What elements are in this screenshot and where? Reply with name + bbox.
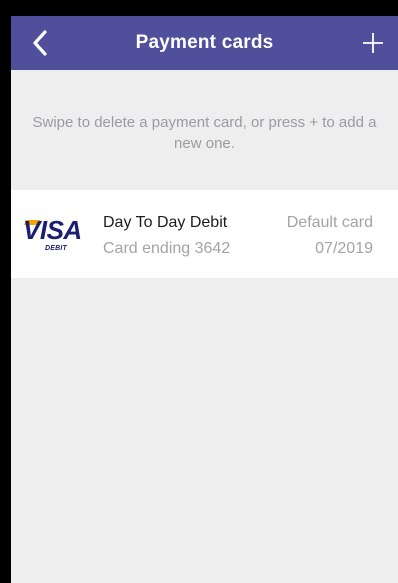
card-expiry: 07/2019 <box>315 240 373 257</box>
back-button[interactable] <box>25 28 55 58</box>
default-card-label: Default card <box>286 214 373 231</box>
plus-icon <box>363 33 383 53</box>
add-card-button[interactable] <box>358 28 388 58</box>
chevron-left-icon <box>33 30 47 56</box>
payment-card-row[interactable]: VISA DEBIT Day To Day Debit Card ending … <box>11 190 398 278</box>
instruction-text: Swipe to delete a payment card, or press… <box>32 114 377 152</box>
page-title: Payment cards <box>135 32 274 53</box>
visa-debit-label: DEBIT <box>45 245 67 252</box>
visa-debit-logo: VISA DEBIT <box>23 217 93 257</box>
navigation-bar: Payment cards <box>11 16 398 70</box>
card-ending: Card ending 3642 <box>103 240 231 257</box>
visa-wordmark: VISA <box>23 215 82 245</box>
card-name: Day To Day Debit <box>103 214 228 231</box>
payment-cards-screen: Payment cards Swipe to delete a payment … <box>11 16 398 583</box>
